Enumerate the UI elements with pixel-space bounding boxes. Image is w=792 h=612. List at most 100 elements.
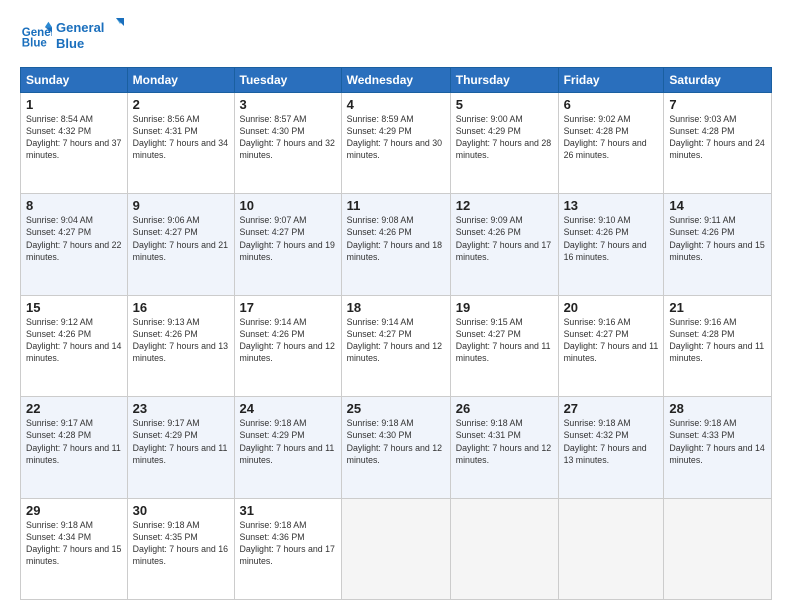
calendar-cell: 1 Sunrise: 8:54 AMSunset: 4:32 PMDaylight… [21, 92, 128, 194]
day-number: 23 [133, 401, 229, 416]
day-info: Sunrise: 9:18 AMSunset: 4:35 PMDaylight:… [133, 520, 228, 567]
day-number: 29 [26, 503, 122, 518]
calendar-cell: 2 Sunrise: 8:56 AMSunset: 4:31 PMDaylight… [127, 92, 234, 194]
day-number: 14 [669, 198, 766, 213]
day-number: 15 [26, 300, 122, 315]
day-info: Sunrise: 9:17 AMSunset: 4:29 PMDaylight:… [133, 418, 228, 465]
calendar-cell: 30 Sunrise: 9:18 AMSunset: 4:35 PMDayligh… [127, 498, 234, 600]
day-number: 22 [26, 401, 122, 416]
day-number: 20 [564, 300, 659, 315]
day-number: 1 [26, 97, 122, 112]
day-number: 31 [240, 503, 336, 518]
weekday-header-wednesday: Wednesday [341, 67, 450, 92]
calendar-cell: 24 Sunrise: 9:18 AMSunset: 4:29 PMDayligh… [234, 397, 341, 499]
day-info: Sunrise: 8:59 AMSunset: 4:29 PMDaylight:… [347, 114, 442, 161]
calendar-cell [341, 498, 450, 600]
day-number: 11 [347, 198, 445, 213]
day-number: 21 [669, 300, 766, 315]
logo-icon: General Blue [20, 20, 52, 52]
calendar-cell: 5Sunrise: 9:00 AMSunset: 4:29 PMDaylight… [450, 92, 558, 194]
header: General Blue General Blue [20, 16, 772, 57]
day-number: 6 [564, 97, 659, 112]
day-number: 18 [347, 300, 445, 315]
calendar-cell: 26Sunrise: 9:18 AMSunset: 4:31 PMDayligh… [450, 397, 558, 499]
calendar-cell: 21 Sunrise: 9:16 AMSunset: 4:28 PMDayligh… [664, 295, 772, 397]
calendar-cell [558, 498, 664, 600]
weekday-header-thursday: Thursday [450, 67, 558, 92]
calendar-cell: 7 Sunrise: 9:03 AMSunset: 4:28 PMDaylight… [664, 92, 772, 194]
day-info: Sunrise: 9:03 AMSunset: 4:28 PMDaylight:… [669, 114, 764, 161]
day-number: 12 [456, 198, 553, 213]
day-info: Sunrise: 9:07 AMSunset: 4:27 PMDaylight:… [240, 215, 335, 262]
page: General Blue General Blue SundayMondayTu… [0, 0, 792, 612]
calendar-cell: 19 Sunrise: 9:15 AMSunset: 4:27 PMDayligh… [450, 295, 558, 397]
day-number: 3 [240, 97, 336, 112]
day-number: 27 [564, 401, 659, 416]
day-info: Sunrise: 9:15 AMSunset: 4:27 PMDaylight:… [456, 317, 551, 364]
calendar-cell: 23 Sunrise: 9:17 AMSunset: 4:29 PMDayligh… [127, 397, 234, 499]
svg-text:General: General [56, 20, 104, 35]
svg-text:Blue: Blue [22, 38, 48, 50]
day-info: Sunrise: 9:04 AMSunset: 4:27 PMDaylight:… [26, 215, 121, 262]
day-number: 8 [26, 198, 122, 213]
day-number: 25 [347, 401, 445, 416]
day-number: 30 [133, 503, 229, 518]
calendar-cell: 3 Sunrise: 8:57 AMSunset: 4:30 PMDaylight… [234, 92, 341, 194]
day-info: Sunrise: 9:13 AMSunset: 4:26 PMDaylight:… [133, 317, 228, 364]
day-info: Sunrise: 9:18 AMSunset: 4:30 PMDaylight:… [347, 418, 442, 465]
calendar-cell: 10Sunrise: 9:07 AMSunset: 4:27 PMDayligh… [234, 194, 341, 296]
day-info: Sunrise: 9:12 AMSunset: 4:26 PMDaylight:… [26, 317, 121, 364]
day-info: Sunrise: 8:56 AMSunset: 4:31 PMDaylight:… [133, 114, 228, 161]
day-info: Sunrise: 9:16 AMSunset: 4:27 PMDaylight:… [564, 317, 659, 364]
calendar-cell: 22 Sunrise: 9:17 AMSunset: 4:28 PMDayligh… [21, 397, 128, 499]
day-number: 13 [564, 198, 659, 213]
svg-text:Blue: Blue [56, 36, 84, 51]
calendar-cell: 20 Sunrise: 9:16 AMSunset: 4:27 PMDayligh… [558, 295, 664, 397]
calendar-cell: 27 Sunrise: 9:18 AMSunset: 4:32 PMDayligh… [558, 397, 664, 499]
calendar-cell: 28 Sunrise: 9:18 AMSunset: 4:33 PMDayligh… [664, 397, 772, 499]
day-info: Sunrise: 9:18 AMSunset: 4:32 PMDaylight:… [564, 418, 647, 465]
day-info: Sunrise: 9:02 AMSunset: 4:28 PMDaylight:… [564, 114, 647, 161]
calendar-cell: 4 Sunrise: 8:59 AMSunset: 4:29 PMDaylight… [341, 92, 450, 194]
calendar-cell: 15 Sunrise: 9:12 AMSunset: 4:26 PMDayligh… [21, 295, 128, 397]
day-info: Sunrise: 9:18 AMSunset: 4:33 PMDaylight:… [669, 418, 764, 465]
day-number: 4 [347, 97, 445, 112]
day-info: Sunrise: 9:14 AMSunset: 4:27 PMDaylight:… [347, 317, 442, 364]
day-info: Sunrise: 9:16 AMSunset: 4:28 PMDaylight:… [669, 317, 764, 364]
day-info: Sunrise: 9:18 AMSunset: 4:31 PMDaylight:… [456, 418, 551, 465]
weekday-header-monday: Monday [127, 67, 234, 92]
day-info: Sunrise: 9:10 AMSunset: 4:26 PMDaylight:… [564, 215, 647, 262]
logo-text: General Blue [56, 16, 126, 57]
day-number: 28 [669, 401, 766, 416]
day-info: Sunrise: 9:17 AMSunset: 4:28 PMDaylight:… [26, 418, 121, 465]
day-info: Sunrise: 9:18 AMSunset: 4:29 PMDaylight:… [240, 418, 335, 465]
day-number: 2 [133, 97, 229, 112]
calendar-cell: 6 Sunrise: 9:02 AMSunset: 4:28 PMDaylight… [558, 92, 664, 194]
day-number: 24 [240, 401, 336, 416]
day-info: Sunrise: 9:11 AMSunset: 4:26 PMDaylight:… [669, 215, 764, 262]
day-info: Sunrise: 8:54 AMSunset: 4:32 PMDaylight:… [26, 114, 121, 161]
day-number: 17 [240, 300, 336, 315]
weekday-header-sunday: Sunday [21, 67, 128, 92]
logo: General Blue General Blue [20, 16, 126, 57]
day-info: Sunrise: 9:00 AMSunset: 4:29 PMDaylight:… [456, 114, 551, 161]
day-info: Sunrise: 9:14 AMSunset: 4:26 PMDaylight:… [240, 317, 335, 364]
calendar-cell: 14 Sunrise: 9:11 AMSunset: 4:26 PMDayligh… [664, 194, 772, 296]
calendar-cell: 29 Sunrise: 9:18 AMSunset: 4:34 PMDayligh… [21, 498, 128, 600]
calendar-cell: 18 Sunrise: 9:14 AMSunset: 4:27 PMDayligh… [341, 295, 450, 397]
day-info: Sunrise: 9:06 AMSunset: 4:27 PMDaylight:… [133, 215, 228, 262]
calendar-cell: 17 Sunrise: 9:14 AMSunset: 4:26 PMDayligh… [234, 295, 341, 397]
calendar-cell: 25 Sunrise: 9:18 AMSunset: 4:30 PMDayligh… [341, 397, 450, 499]
day-info: Sunrise: 9:09 AMSunset: 4:26 PMDaylight:… [456, 215, 551, 262]
calendar-cell: 11Sunrise: 9:08 AMSunset: 4:26 PMDayligh… [341, 194, 450, 296]
calendar-cell: 16Sunrise: 9:13 AMSunset: 4:26 PMDayligh… [127, 295, 234, 397]
weekday-header-tuesday: Tuesday [234, 67, 341, 92]
calendar-cell: 9 Sunrise: 9:06 AMSunset: 4:27 PMDaylight… [127, 194, 234, 296]
weekday-header-friday: Friday [558, 67, 664, 92]
calendar-cell: 12 Sunrise: 9:09 AMSunset: 4:26 PMDayligh… [450, 194, 558, 296]
day-number: 7 [669, 97, 766, 112]
day-info: Sunrise: 9:18 AMSunset: 4:34 PMDaylight:… [26, 520, 121, 567]
day-number: 9 [133, 198, 229, 213]
day-number: 19 [456, 300, 553, 315]
day-info: Sunrise: 8:57 AMSunset: 4:30 PMDaylight:… [240, 114, 335, 161]
